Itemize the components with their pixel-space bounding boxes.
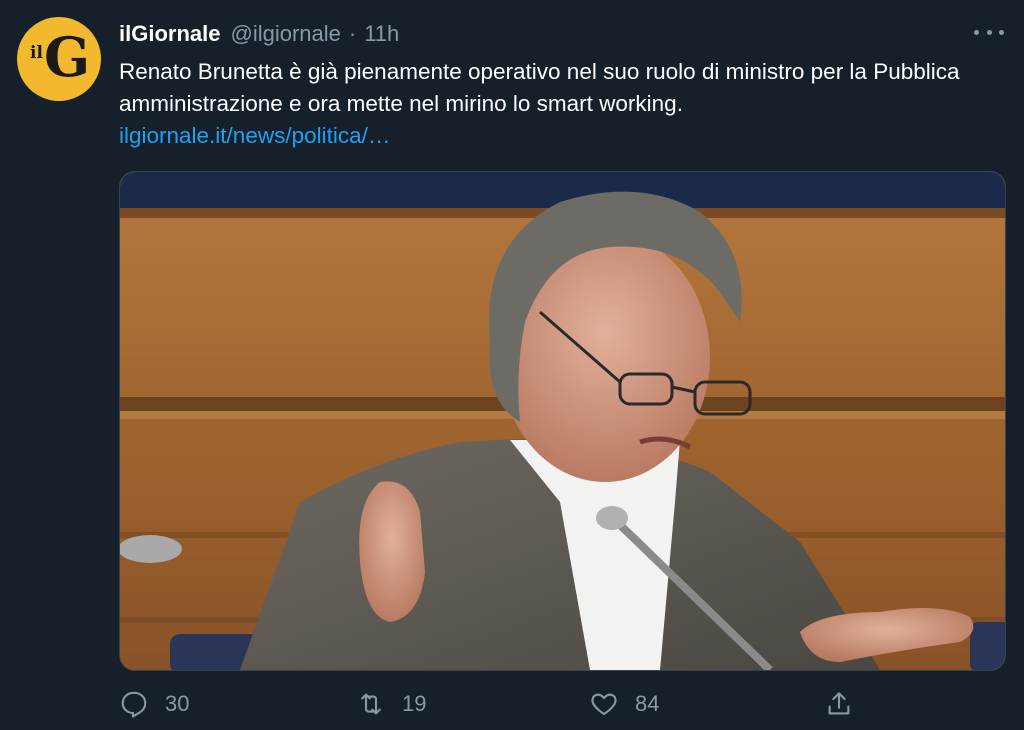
tweet-header: ilGiornale @ilgiornale · 11h xyxy=(119,20,399,48)
photo-man-at-microphone xyxy=(120,172,1005,670)
avatar[interactable]: il G xyxy=(17,17,101,101)
share-button[interactable] xyxy=(824,686,854,722)
tweet-body: Renato Brunetta è già pienamente operati… xyxy=(119,59,960,116)
more-options-icon[interactable] xyxy=(974,22,1004,42)
separator-dot: · xyxy=(348,21,357,46)
author-handle[interactable]: @ilgiornale xyxy=(230,21,340,47)
retweet-button[interactable]: 19 xyxy=(356,686,426,722)
like-count: 84 xyxy=(635,691,660,716)
share-icon xyxy=(828,692,850,715)
author-name[interactable]: ilGiornale xyxy=(119,21,220,47)
tweet-text-block: Renato Brunetta è già pienamente operati… xyxy=(119,56,999,152)
ilgiornale-logo: il G xyxy=(30,25,91,89)
tweet-media-image[interactable] xyxy=(119,171,1006,671)
retweet-icon xyxy=(361,693,381,715)
heart-icon xyxy=(591,693,617,716)
retweet-count: 19 xyxy=(402,691,427,716)
tweet-timestamp[interactable]: 11h xyxy=(364,21,399,47)
reply-button[interactable]: 30 xyxy=(119,686,189,722)
tweet-link[interactable]: ilgiornale.it/news/politica/… xyxy=(119,120,999,152)
tweet-actions: 30 19 84 xyxy=(119,686,1004,722)
reply-count: 30 xyxy=(165,691,190,716)
reply-icon xyxy=(121,691,147,718)
like-button[interactable]: 84 xyxy=(589,686,659,722)
